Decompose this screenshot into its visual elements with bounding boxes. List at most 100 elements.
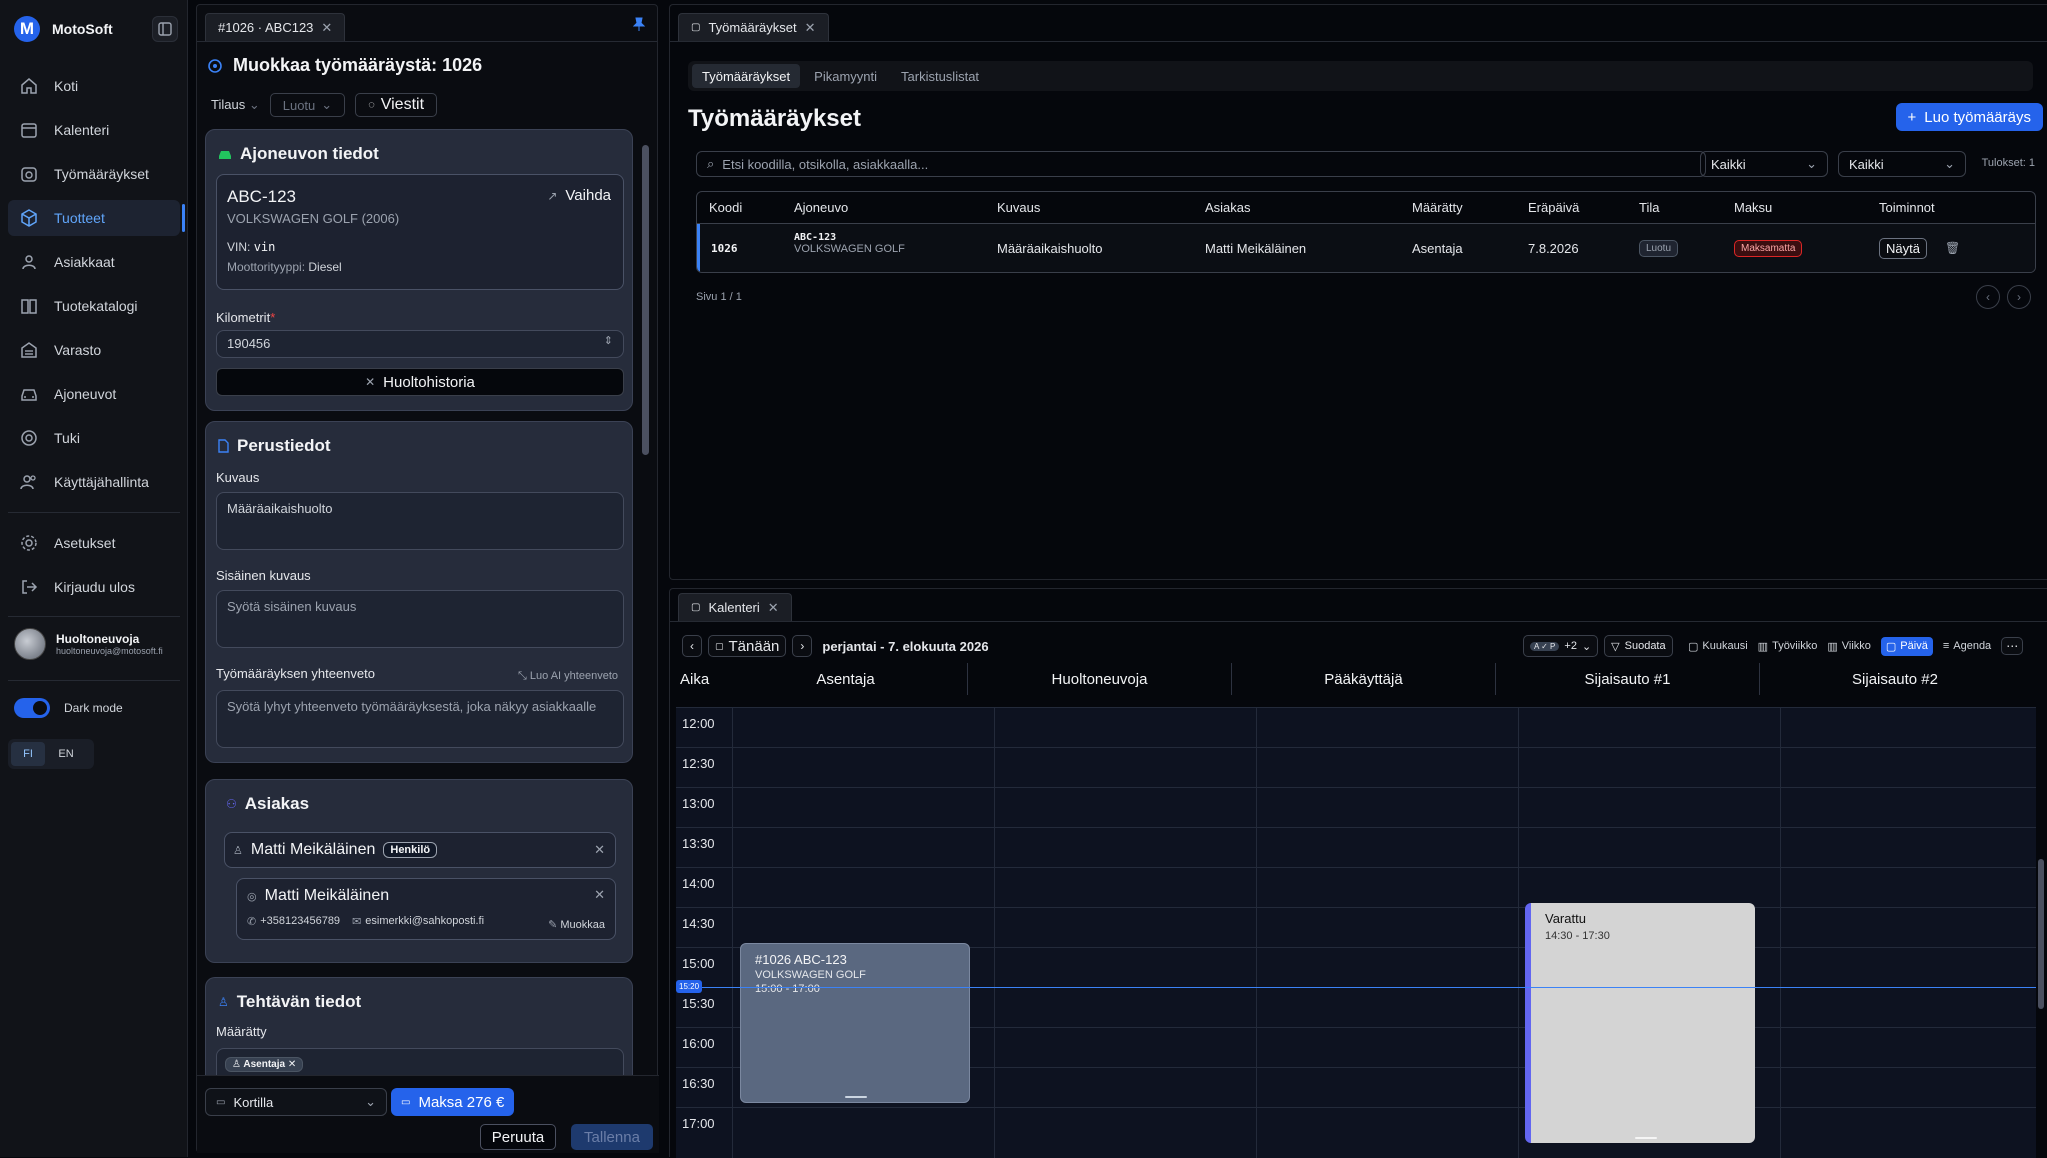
- time-slot[interactable]: 13:00: [676, 787, 2036, 827]
- sidebar-item-kirjaudu-ulos[interactable]: Kirjaudu ulos: [8, 569, 180, 605]
- column-header[interactable]: Maksu: [1734, 200, 1772, 215]
- sidebar-item-kalenteri[interactable]: Kalenteri: [8, 112, 180, 148]
- column-header[interactable]: Koodi: [709, 200, 742, 215]
- table-row[interactable]: 1026 ABC-123 VOLKSWAGEN GOLF Määräaikais…: [697, 224, 2035, 272]
- language-en[interactable]: EN: [49, 742, 83, 766]
- view-day[interactable]: ▢ Päivä: [1880, 636, 1933, 656]
- column-header[interactable]: Ajoneuvo: [794, 200, 848, 215]
- cancel-button[interactable]: Peruuta: [480, 1124, 556, 1150]
- time-slot[interactable]: 12:00: [676, 707, 2036, 747]
- editor-scrollbar[interactable]: [642, 145, 649, 455]
- messages-button[interactable]: ◌ Viestit: [355, 93, 438, 117]
- sidebar-item-asiakkaat[interactable]: Asiakkaat: [8, 244, 180, 280]
- assigned-chip[interactable]: ♙ Asentaja ✕: [225, 1057, 304, 1072]
- create-work-order-button[interactable]: + Luo työmääräys: [1895, 103, 2043, 131]
- search-input[interactable]: ⌕ Etsi koodilla, otsikolla, asiakkaalla.…: [696, 151, 1706, 177]
- time-slot[interactable]: 14:00: [676, 867, 2036, 907]
- pay-button[interactable]: ▭ Maksa 276 €: [391, 1088, 515, 1116]
- close-icon[interactable]: ✕: [321, 20, 332, 36]
- column-header[interactable]: Eräpäivä: [1528, 200, 1579, 215]
- remove-contact-icon[interactable]: ✕: [594, 887, 605, 903]
- ai-summary-button[interactable]: ⤡ Luo AI yhteenveto: [518, 670, 618, 683]
- sidebar-item-tyomaaraykset[interactable]: Työmääräykset: [8, 156, 180, 192]
- time-label: 17:00: [682, 1116, 715, 1131]
- time-slot[interactable]: 12:30: [676, 747, 2036, 787]
- sidebar-item-tuki[interactable]: Tuki: [8, 420, 180, 456]
- dark-mode-label: Dark mode: [64, 701, 123, 715]
- row-due-date: 7.8.2026: [1528, 240, 1579, 256]
- assigned-select[interactable]: ♙ Asentaja ✕: [216, 1048, 624, 1075]
- swap-vehicle-button[interactable]: ↗ Vaihda: [547, 187, 611, 204]
- payment-method-select[interactable]: ▭ Kortilla ⌄: [205, 1088, 387, 1116]
- tab-work-order-1026[interactable]: #1026 · ABC123 ✕: [205, 13, 346, 41]
- remove-chip-icon[interactable]: ✕: [288, 1059, 296, 1070]
- save-button[interactable]: Tallenna: [571, 1124, 653, 1150]
- edit-contact-button[interactable]: ✎ Muokkaa: [548, 918, 605, 931]
- brand[interactable]: M MotoSoft: [14, 16, 113, 42]
- clear-icon[interactable]: ✕: [594, 842, 605, 858]
- next-day-button[interactable]: ›: [792, 635, 813, 657]
- column-header[interactable]: Määrätty: [1412, 200, 1463, 215]
- filter-button[interactable]: ▽ Suodata: [1604, 635, 1673, 657]
- view-workweek[interactable]: ▥ Työviikko: [1758, 640, 1818, 653]
- tab-work-orders[interactable]: ▢ Työmääräykset ✕: [678, 13, 829, 41]
- subtab-quick-sale[interactable]: Pikamyynti: [804, 64, 887, 88]
- sidebar-item-varasto[interactable]: Varasto: [8, 332, 180, 368]
- service-history-button[interactable]: ✕ Huoltohistoria: [216, 368, 624, 396]
- sidebar-item-tuotteet[interactable]: Tuotteet: [8, 200, 185, 236]
- vehicle-card[interactable]: ABC-123 VOLKSWAGEN GOLF (2006) VIN: vin …: [216, 174, 624, 290]
- calendar-event[interactable]: #1026 ABC-123 VOLKSWAGEN GOLF 15:00 - 17…: [740, 943, 970, 1103]
- collapse-sidebar-button[interactable]: [152, 16, 178, 42]
- time-slot[interactable]: 14:30: [676, 907, 2036, 947]
- sidebar-item-asetukset[interactable]: Asetukset: [8, 525, 180, 561]
- column-header[interactable]: Tila: [1639, 200, 1659, 215]
- sidebar-item-kayttajahallinta[interactable]: Käyttäjähallinta: [8, 464, 180, 500]
- view-month[interactable]: ▢ Kuukausi: [1688, 640, 1748, 653]
- row-description: Määräaikaishuolto: [997, 240, 1103, 256]
- km-input[interactable]: 190456 ⇕: [216, 330, 624, 358]
- row-vehicle-plate: ABC-123: [794, 232, 837, 243]
- filter-select-1[interactable]: Kaikki ⌄: [1700, 151, 1828, 177]
- sidebar-item-ajoneuvot[interactable]: Ajoneuvot: [8, 376, 180, 412]
- description-field[interactable]: Määräaikaishuolto: [216, 492, 624, 550]
- stepper-icon[interactable]: ⇕: [604, 334, 613, 347]
- column-header[interactable]: Kuvaus: [997, 200, 1040, 215]
- trash-icon[interactable]: 🗑: [1945, 241, 1960, 255]
- more-icon[interactable]: ⋯: [2001, 637, 2024, 655]
- user-filter-button[interactable]: A ✓ P +2 ⌄: [1523, 635, 1599, 657]
- close-icon[interactable]: ✕: [768, 600, 779, 616]
- view-week[interactable]: ▥ Viikko: [1827, 640, 1871, 653]
- user-profile[interactable]: Huoltoneuvoja huoltoneuvoja@motosoft.fi: [14, 628, 163, 660]
- time-slot[interactable]: 17:00: [676, 1107, 2036, 1147]
- status-select[interactable]: Luotu ⌄: [269, 93, 346, 117]
- view-agenda[interactable]: ≡ Agenda: [1943, 640, 1991, 652]
- dark-mode-toggle[interactable]: [14, 698, 50, 718]
- calendar-event[interactable]: Varattu 14:30 - 17:30: [1525, 903, 1755, 1143]
- column-header[interactable]: Toiminnot: [1879, 200, 1935, 215]
- subtab-checklists[interactable]: Tarkistuslistat: [891, 64, 989, 88]
- tab-calendar[interactable]: ▢ Kalenteri ✕: [678, 593, 792, 621]
- summary-field[interactable]: Syötä lyhyt yhteenveto työmääräyksestä, …: [216, 690, 624, 748]
- next-page-button[interactable]: ›: [2007, 285, 2031, 309]
- view-button[interactable]: Näytä: [1879, 237, 1927, 259]
- resize-handle[interactable]: [1635, 1137, 1657, 1139]
- sidebar-item-tuotekatalogi[interactable]: Tuotekatalogi: [8, 288, 180, 324]
- calendar-scrollbar[interactable]: [2038, 859, 2044, 1009]
- filter-select-2[interactable]: Kaikki ⌄: [1838, 151, 1966, 177]
- user-name: Huoltoneuvoja: [56, 632, 140, 646]
- time-slot[interactable]: 13:30: [676, 827, 2036, 867]
- sidebar-item-koti[interactable]: Koti: [8, 68, 180, 104]
- language-fi[interactable]: FI: [11, 742, 45, 766]
- pin-icon[interactable]: [633, 17, 645, 31]
- close-icon[interactable]: ✕: [805, 20, 816, 36]
- prev-page-button[interactable]: ‹: [1976, 285, 2000, 309]
- calendar-grid[interactable]: 12:00 12:30 13:00 13:30 14:00 14:30 15:0…: [676, 707, 2036, 1158]
- resize-handle[interactable]: [845, 1096, 867, 1098]
- column-header[interactable]: Asiakas: [1205, 200, 1251, 215]
- prev-day-button[interactable]: ‹: [682, 635, 702, 657]
- customer-select[interactable]: ♙ Matti Meikäläinen Henkilö ✕: [224, 832, 616, 868]
- internal-description-field[interactable]: Syötä sisäinen kuvaus: [216, 590, 624, 648]
- order-type-select[interactable]: Tilaus ⌄: [211, 97, 260, 113]
- subtab-work-orders[interactable]: Työmääräykset: [692, 64, 801, 88]
- today-button[interactable]: ▢ Tänään: [708, 635, 787, 657]
